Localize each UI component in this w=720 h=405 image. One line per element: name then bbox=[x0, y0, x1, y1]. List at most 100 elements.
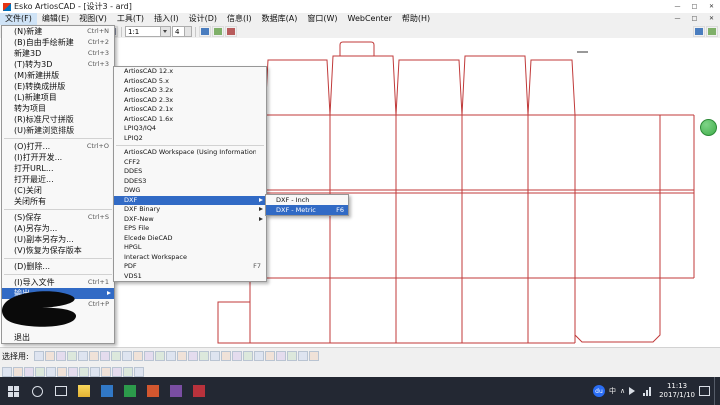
app-2-icon[interactable] bbox=[118, 377, 141, 405]
export-menu-item[interactable]: Elcede DieCAD bbox=[114, 234, 266, 244]
file-menu-item[interactable]: (E)转换成拼版 bbox=[2, 81, 114, 92]
export-menu-item[interactable]: LPIQ3/IQ4 bbox=[114, 124, 266, 134]
file-menu-item[interactable]: 转为项目 bbox=[2, 103, 114, 114]
language-indicator[interactable]: 中 bbox=[609, 386, 616, 396]
tool-palette-icon[interactable] bbox=[210, 351, 220, 361]
chevron-down-icon[interactable] bbox=[160, 27, 170, 36]
export-menu-item[interactable]: DXF bbox=[114, 196, 266, 206]
file-menu-item[interactable]: 关闭所有 bbox=[2, 196, 114, 207]
tool-palette-icon[interactable] bbox=[133, 351, 143, 361]
export-menu-item[interactable]: DXF-New bbox=[114, 215, 266, 225]
zoom-in-icon[interactable] bbox=[199, 26, 211, 37]
export-menu-item[interactable]: EPS File bbox=[114, 224, 266, 234]
export-menu-item[interactable]: DDES3 bbox=[114, 177, 266, 187]
tool-palette-icon[interactable] bbox=[68, 367, 78, 377]
tool-palette-icon[interactable] bbox=[46, 367, 56, 377]
tool-palette-icon[interactable] bbox=[35, 367, 45, 377]
tool-palette-icon[interactable] bbox=[122, 351, 132, 361]
tool-palette-icon[interactable] bbox=[155, 351, 165, 361]
close-button[interactable]: ✕ bbox=[703, 0, 720, 13]
export-menu-item[interactable]: ArtiosCAD 3.2x bbox=[114, 86, 266, 96]
doc-close-button[interactable]: ✕ bbox=[703, 13, 720, 25]
menubar-item[interactable]: 编辑(E) bbox=[37, 13, 74, 25]
minimize-button[interactable]: — bbox=[669, 0, 686, 13]
file-explorer-icon[interactable] bbox=[72, 377, 95, 405]
file-menu-item[interactable]: (I)打开开发... bbox=[2, 152, 114, 163]
tool-palette-icon[interactable] bbox=[112, 367, 122, 377]
dxf-menu-item[interactable]: DXF - Metric F6 bbox=[266, 205, 348, 215]
tool-palette-icon[interactable] bbox=[90, 367, 100, 377]
app-5-icon[interactable] bbox=[187, 377, 210, 405]
baidu-tray-icon[interactable]: du bbox=[593, 385, 605, 397]
menubar-item[interactable]: 数据库(A) bbox=[257, 13, 303, 25]
tool-palette-icon[interactable] bbox=[34, 351, 44, 361]
tool-palette-icon[interactable] bbox=[13, 367, 23, 377]
tool-palette-icon[interactable] bbox=[287, 351, 297, 361]
file-menu-item[interactable]: (N)新建 Ctrl+N bbox=[2, 26, 114, 37]
export-menu-item[interactable]: DXF Binary bbox=[114, 205, 266, 215]
export-menu-item[interactable]: HPGL bbox=[114, 243, 266, 253]
tool-palette-icon[interactable] bbox=[199, 351, 209, 361]
tool-palette-icon[interactable] bbox=[111, 351, 121, 361]
tool-palette-icon[interactable] bbox=[78, 351, 88, 361]
tool-palette-icon[interactable] bbox=[265, 351, 275, 361]
export-menu-item[interactable]: CFF2 bbox=[114, 158, 266, 168]
properties-icon[interactable] bbox=[706, 26, 718, 37]
file-menu-item[interactable]: 打开URL... bbox=[2, 163, 114, 174]
maximize-button[interactable]: □ bbox=[686, 0, 703, 13]
export-menu-item[interactable]: ArtiosCAD 12.x bbox=[114, 67, 266, 77]
tool-palette-icon[interactable] bbox=[243, 351, 253, 361]
file-menu-item[interactable]: (M)新建拼版 bbox=[2, 70, 114, 81]
tool-palette-icon[interactable] bbox=[2, 367, 12, 377]
export-menu-item[interactable]: ArtiosCAD 1.6x bbox=[114, 115, 266, 125]
tool-palette-icon[interactable] bbox=[232, 351, 242, 361]
file-menu-item[interactable]: (V)恢复为保存版本 bbox=[2, 245, 114, 256]
file-menu-item[interactable]: (R)标准尺寸拼版 bbox=[2, 114, 114, 125]
file-menu-item[interactable]: (A)另存为... bbox=[2, 223, 114, 234]
file-menu-item[interactable]: 打开最近... bbox=[2, 174, 114, 185]
menubar-item[interactable]: 信息(I) bbox=[222, 13, 257, 25]
tool-palette-icon[interactable] bbox=[134, 367, 144, 377]
show-desktop-button[interactable] bbox=[714, 377, 719, 405]
tool-palette-icon[interactable] bbox=[123, 367, 133, 377]
export-menu-item[interactable]: LPIQ2 bbox=[114, 134, 266, 144]
search-icon[interactable] bbox=[26, 377, 49, 405]
export-menu-item[interactable]: VDS1 bbox=[114, 272, 266, 282]
step-spinner[interactable]: 4 bbox=[172, 26, 192, 37]
app-1-icon[interactable] bbox=[95, 377, 118, 405]
file-menu-item[interactable]: (I)导入文件 Ctrl+1 bbox=[2, 277, 114, 288]
file-menu-item[interactable]: (U)新建浏览排版 bbox=[2, 125, 114, 136]
menubar-item[interactable]: 视图(V) bbox=[74, 13, 112, 25]
network-icon[interactable] bbox=[643, 386, 655, 396]
file-menu-item[interactable]: (C)关闭 bbox=[2, 185, 114, 196]
tool-palette-icon[interactable] bbox=[298, 351, 308, 361]
tool-palette-icon[interactable] bbox=[276, 351, 286, 361]
export-menu-item[interactable]: PDF F7 bbox=[114, 262, 266, 272]
export-menu-item[interactable]: DWG bbox=[114, 186, 266, 196]
floating-assistant-widget[interactable] bbox=[700, 119, 717, 136]
tool-palette-icon[interactable] bbox=[177, 351, 187, 361]
menubar-item[interactable]: 工具(T) bbox=[112, 13, 149, 25]
tool-palette-icon[interactable] bbox=[309, 351, 319, 361]
file-menu-item[interactable]: (D)删除... bbox=[2, 261, 114, 272]
spinner-arrows-icon[interactable] bbox=[184, 27, 191, 36]
export-menu-item[interactable]: Interact Workspace bbox=[114, 253, 266, 263]
tool-palette-icon[interactable] bbox=[188, 351, 198, 361]
tool-palette-icon[interactable] bbox=[100, 351, 110, 361]
tool-palette-icon[interactable] bbox=[56, 351, 66, 361]
dxf-menu-item[interactable]: DXF - Inch bbox=[266, 195, 348, 205]
export-menu-item[interactable]: ArtiosCAD 2.3x bbox=[114, 96, 266, 106]
layers-icon[interactable] bbox=[693, 26, 705, 37]
export-menu-item[interactable]: ArtiosCAD 5.x bbox=[114, 77, 266, 87]
menubar-item[interactable]: 插入(I) bbox=[149, 13, 184, 25]
app-4-icon[interactable] bbox=[164, 377, 187, 405]
file-menu-item[interactable]: (U)副本另存为... bbox=[2, 234, 114, 245]
menubar-item[interactable]: 设计(D) bbox=[184, 13, 222, 25]
file-menu-item[interactable]: 新建3D Ctrl+3 bbox=[2, 48, 114, 59]
pan-icon[interactable] bbox=[225, 26, 237, 37]
task-view-icon[interactable] bbox=[49, 377, 72, 405]
hidden-icons-chevron[interactable]: ∧ bbox=[620, 387, 625, 395]
start-button[interactable] bbox=[0, 377, 26, 405]
doc-minimize-button[interactable]: — bbox=[669, 13, 686, 25]
scale-combobox[interactable]: 1:1 bbox=[125, 26, 171, 37]
